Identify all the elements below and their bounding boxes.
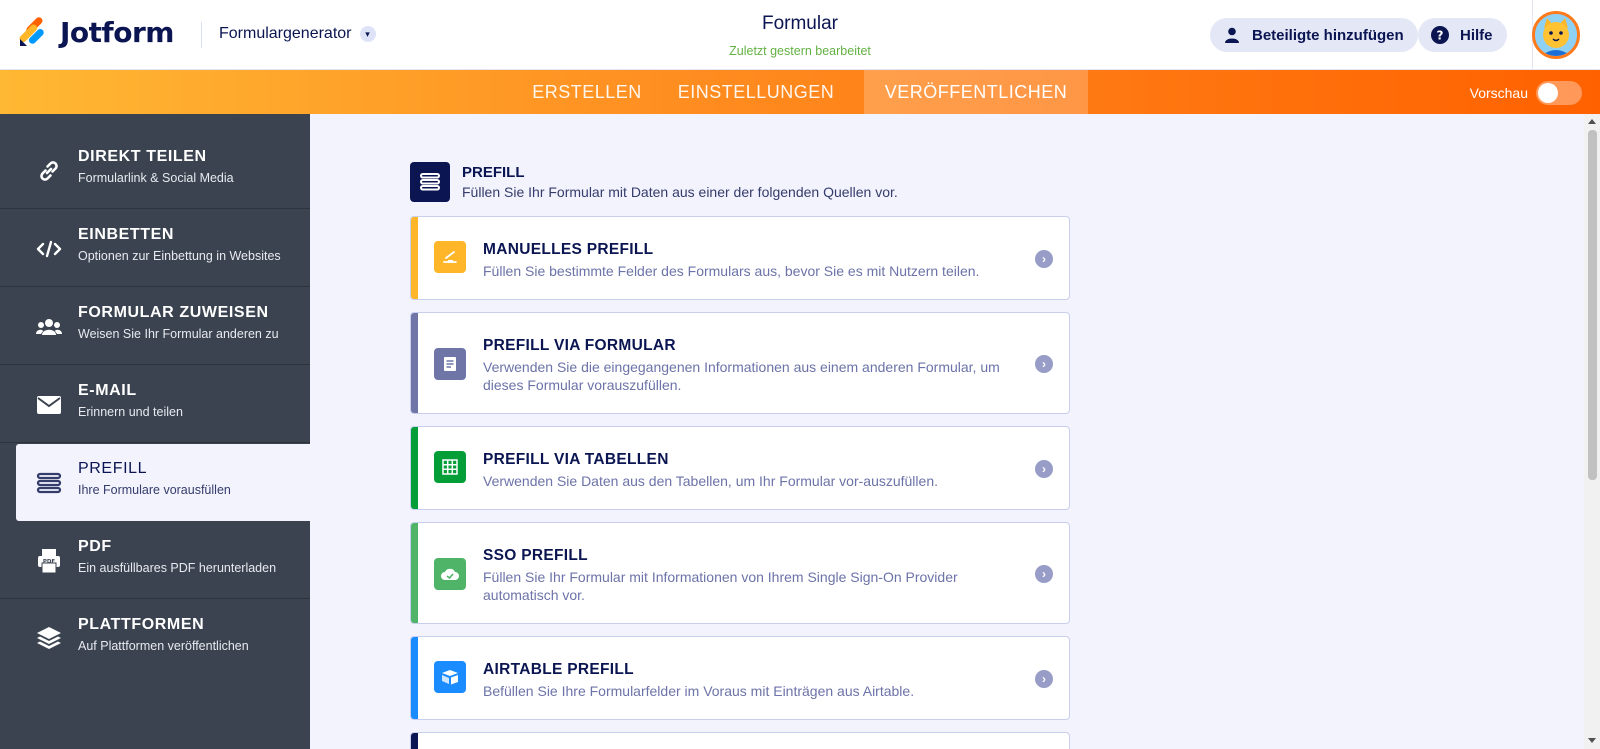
main-nav: ERSTELLEN EINSTELLUNGEN VERÖFFENTLICHEN … (0, 70, 1600, 114)
section-subtitle: Füllen Sie Ihr Formular mit Daten aus ei… (462, 184, 898, 200)
header-divider (201, 22, 202, 48)
card-description: Füllen Sie bestimmte Felder des Formular… (483, 263, 980, 279)
card-description: Verwenden Sie Daten aus den Tabellen, um… (483, 473, 938, 489)
users-icon (36, 314, 62, 340)
chevron-right-icon: › (1035, 670, 1053, 688)
card-description: Füllen Sie Ihr Formular mit Informatione… (483, 569, 958, 603)
builder-label: Formulargenerator (219, 25, 352, 42)
preview-control: Vorschau (1470, 81, 1582, 105)
preview-label: Vorschau (1469, 85, 1528, 101)
sidebar-item-title: EINBETTEN (78, 226, 175, 243)
jotform-logo[interactable]: Jotform (18, 15, 174, 49)
card-accent (411, 427, 418, 509)
sidebar-item-subtitle: Ihre Formulare vorausfüllen (78, 483, 231, 497)
form-icon (434, 348, 466, 380)
form-title[interactable]: Formular (600, 13, 1000, 35)
add-participants-button[interactable]: Beteiligte hinzufügen (1210, 18, 1418, 52)
chevron-right-icon: › (1035, 250, 1053, 268)
sidebar-item-title: E-MAIL (78, 382, 137, 399)
sidebar-item-subtitle: Erinnern und teilen (78, 405, 183, 419)
envelope-icon (36, 392, 62, 418)
tab-einstellungen[interactable]: EINSTELLUNGEN (676, 70, 836, 114)
card-manuelles-prefill[interactable]: MANUELLES PREFILL Füllen Sie bestimmte F… (410, 216, 1070, 300)
sidebar-item-pdf[interactable]: PDF PDF Ein ausfüllbares PDF herunterlad… (0, 522, 310, 599)
user-icon (1222, 25, 1242, 45)
add-participants-label: Beteiligte hinzufügen (1252, 26, 1404, 44)
preview-toggle[interactable] (1536, 81, 1582, 105)
sidebar-item-subtitle: Auf Plattformen veröffentlichen (78, 639, 249, 653)
card-prefill-via-tabellen[interactable]: PREFILL VIA TABELLEN Verwenden Sie Daten… (410, 426, 1070, 510)
sidebar-item-subtitle: Ein ausfüllbares PDF herunterladen (78, 561, 277, 575)
sidebar-item-prefill[interactable]: PREFILL Ihre Formulare vorausfüllen (16, 444, 310, 521)
sidebar-item-formular-zuweisen[interactable]: FORMULAR ZUWEISEN Weisen Sie Ihr Formula… (0, 288, 310, 365)
svg-text:PDF: PDF (43, 559, 56, 565)
table-icon (434, 451, 466, 483)
card-title: PREFILL VIA FORMULAR (483, 337, 676, 354)
card-description: Befüllen Sie Ihre Formularfelder im Vora… (483, 683, 915, 699)
sidebar-item-direkt-teilen[interactable]: DIREKT TEILEN Formularlink & Social Medi… (0, 132, 310, 209)
card-title: AIRTABLE PREFILL (483, 661, 634, 678)
card-partial[interactable] (410, 732, 1070, 749)
card-accent (411, 637, 418, 719)
tab-veroeffentlichen[interactable]: VERÖFFENTLICHEN (864, 70, 1088, 114)
logo-text: Jotform (60, 15, 174, 49)
top-header: Jotform Formulargenerator ▾ Formular Zul… (0, 0, 1600, 70)
prefill-section-header: PREFILL Füllen Sie Ihr Formular mit Date… (410, 162, 898, 202)
sidebar-item-einbetten[interactable]: EINBETTEN Optionen zur Einbettung in Web… (0, 210, 310, 287)
main-content: PREFILL Füllen Sie Ihr Formular mit Date… (310, 114, 1600, 749)
chevron-right-icon: › (1035, 355, 1053, 373)
link-icon (36, 158, 62, 184)
sso-icon (434, 558, 466, 590)
code-icon (36, 236, 62, 262)
page-scrollbar[interactable] (1584, 114, 1600, 749)
card-accent (411, 313, 418, 413)
jotform-logo-icon (18, 17, 48, 47)
user-avatar[interactable] (1532, 11, 1580, 59)
sidebar-item-title: PLATTFORMEN (78, 616, 205, 633)
card-title: PREFILL VIA TABELLEN (483, 451, 669, 468)
tab-erstellen[interactable]: ERSTELLEN (528, 70, 646, 114)
help-label: Hilfe (1460, 26, 1493, 44)
pdf-icon: PDF (36, 548, 62, 574)
sidebar-item-title: DIREKT TEILEN (78, 148, 207, 165)
card-prefill-via-formular[interactable]: PREFILL VIA FORMULAR Verwenden Sie die e… (410, 312, 1070, 414)
sidebar-item-title: FORMULAR ZUWEISEN (78, 304, 269, 321)
airtable-icon (434, 661, 466, 693)
card-accent (411, 733, 418, 749)
sidebar-item-title: PDF (78, 538, 112, 555)
chevron-down-icon: ▾ (359, 26, 376, 42)
card-title: SSO PREFILL (483, 547, 588, 564)
toggle-knob (1538, 83, 1558, 103)
sidebar-item-email[interactable]: E-MAIL Erinnern und teilen (0, 366, 310, 443)
card-accent (411, 217, 418, 299)
scroll-thumb[interactable] (1588, 130, 1597, 480)
scroll-down-icon[interactable] (1588, 738, 1596, 743)
card-title: MANUELLES PREFILL (483, 241, 654, 258)
sidebar-item-subtitle: Formularlink & Social Media (78, 171, 234, 185)
card-accent (411, 523, 418, 623)
scroll-up-icon[interactable] (1588, 119, 1596, 124)
publish-sidebar: DIREKT TEILEN Formularlink & Social Medi… (0, 114, 310, 749)
builder-dropdown[interactable]: Formulargenerator ▾ (219, 25, 376, 43)
svg-text:?: ? (1437, 29, 1444, 43)
prefill-icon (410, 162, 450, 202)
card-airtable-prefill[interactable]: AIRTABLE PREFILL Befüllen Sie Ihre Formu… (410, 636, 1070, 720)
layers-icon (36, 626, 62, 652)
pen-icon (434, 241, 466, 273)
section-title: PREFILL (462, 164, 525, 181)
sidebar-item-plattformen[interactable]: PLATTFORMEN Auf Plattformen veröffentlic… (0, 600, 310, 677)
sidebar-item-subtitle: Optionen zur Einbettung in Websites (78, 249, 281, 263)
chevron-right-icon: › (1035, 460, 1053, 478)
card-sso-prefill[interactable]: SSO PREFILL Füllen Sie Ihr Formular mit … (410, 522, 1070, 624)
sidebar-item-subtitle: Weisen Sie Ihr Formular anderen zu (78, 327, 279, 341)
help-button[interactable]: ? Hilfe (1418, 18, 1507, 52)
chevron-right-icon: › (1035, 565, 1053, 583)
form-status: Zuletzt gestern bearbeitet (729, 44, 871, 58)
question-icon: ? (1430, 25, 1450, 45)
prefill-icon (36, 470, 62, 496)
sidebar-item-title: PREFILL (78, 460, 148, 477)
card-description: Verwenden Sie die eingegangenen Informat… (483, 359, 1000, 393)
